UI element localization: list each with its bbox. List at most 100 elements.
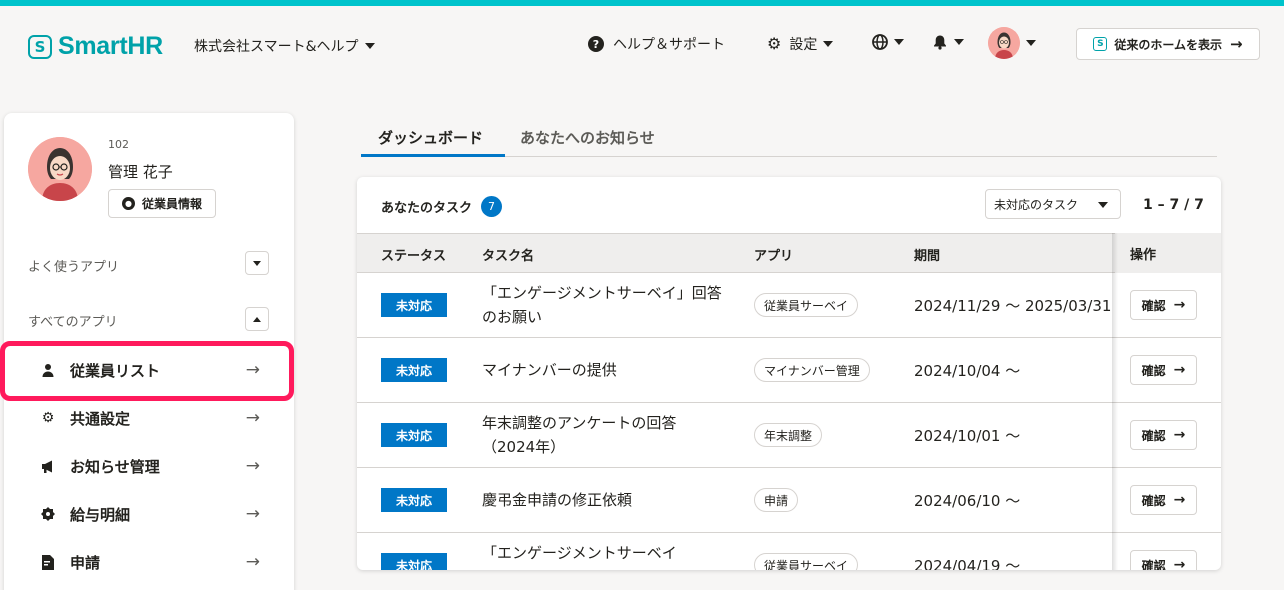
language-menu[interactable]	[872, 34, 904, 50]
arrow-right-icon: →	[1173, 362, 1186, 378]
arrow-right-icon: →	[245, 504, 260, 524]
arrow-right-icon: →	[1173, 557, 1186, 570]
column-action: 操作	[1130, 248, 1157, 263]
confirm-button[interactable]: 確認 →	[1130, 420, 1197, 450]
highlight-frame	[0, 341, 294, 401]
chevron-down-icon	[364, 43, 375, 49]
employee-info-button[interactable]: ● 従業員情報	[108, 189, 216, 218]
app-tag: 従業員サーベイ	[754, 293, 859, 317]
document-icon	[40, 554, 56, 570]
help-icon: ?	[588, 36, 604, 52]
gear-icon: ⚙	[41, 410, 55, 426]
all-apps-title: すべてのアプリ	[28, 315, 118, 330]
sidebar-item-requests[interactable]: 申請 →	[28, 542, 268, 582]
sidebar-item-label: 申請	[70, 553, 101, 572]
header: S SmartHR 株式会社スマート&ヘルプ ? ヘルプ＆サポート ⚙ 設定 S…	[0, 6, 1284, 82]
chevron-down-icon	[253, 260, 261, 266]
task-name-link[interactable]: 慶弔金申請の修正依頼	[482, 488, 732, 512]
brand-mark-icon: S	[1093, 37, 1108, 51]
tab-notices[interactable]: あなたへのお知らせ	[520, 127, 655, 148]
confirm-button[interactable]: 確認 →	[1130, 485, 1197, 515]
task-title-label: あなたのタスク	[381, 201, 473, 216]
task-filter-select[interactable]: 未対応のタスク	[985, 189, 1121, 219]
confirm-label: 確認	[1141, 493, 1166, 508]
column-period: 期間	[914, 249, 941, 264]
sidebar-item-label: 給与明細	[70, 505, 131, 524]
task-period: 2024/04/19 〜	[914, 557, 1021, 570]
sidebar-item-notice-management[interactable]: お知らせ管理 →	[28, 446, 268, 486]
sidebar-item-label: 共通設定	[70, 409, 131, 428]
task-name-link[interactable]: マイナンバーの提供	[482, 358, 732, 382]
task-name-link[interactable]: 「エンゲージメントサーベイ」回答のお願い	[482, 281, 732, 329]
employee-name: 管理 花子	[108, 163, 173, 181]
brand-name: SmartHR	[58, 32, 163, 60]
arrow-right-icon: →	[245, 552, 260, 572]
tab-bar: ダッシュボード あなたへのお知らせ	[361, 120, 1217, 157]
arrow-right-icon: →	[1173, 492, 1186, 508]
task-panel: あなたのタスク 7 未対応のタスク 1 – 7 / 7 ステータス タスク名 ア…	[357, 177, 1221, 570]
task-name-link[interactable]: 「エンゲージメントサーベイ	[482, 541, 732, 565]
status-badge: 未対応	[381, 553, 447, 570]
sidebar-item-label: お知らせ管理	[70, 457, 160, 476]
frequent-apps-toggle[interactable]	[245, 251, 269, 275]
gear-icon: ⚙	[767, 34, 782, 53]
arrow-right-icon: →	[1230, 35, 1243, 53]
settings-label: 設定	[789, 37, 818, 53]
frequent-apps-title: よく使うアプリ	[28, 260, 120, 275]
badge-icon	[40, 506, 56, 522]
table-row: 未対応 「エンゲージメントサーベイ」回答のお願い 従業員サーベイ 2024/11…	[357, 273, 1221, 338]
confirm-button[interactable]: 確認 →	[1130, 355, 1197, 385]
chevron-down-icon	[1098, 202, 1108, 208]
sidebar-item-common-settings[interactable]: ⚙ 共通設定 →	[28, 398, 268, 438]
app-tag: 申請	[754, 488, 799, 512]
settings-menu[interactable]: ⚙ 設定	[767, 34, 834, 54]
avatar	[988, 27, 1020, 59]
tenant-switcher[interactable]: 株式会社スマート&ヘルプ	[194, 36, 375, 56]
action-column-header: 操作	[1115, 233, 1221, 273]
table-row: 未対応 慶弔金申請の修正依頼 申請 2024/06/10 〜 確認 →	[357, 468, 1221, 533]
tenant-name: 株式会社スマート&ヘルプ	[194, 39, 359, 55]
help-support-link[interactable]: ? ヘルプ＆サポート	[588, 34, 725, 54]
app-tag: 年末調整	[754, 423, 823, 447]
employee-number: 102	[108, 138, 129, 151]
confirm-label: 確認	[1141, 558, 1166, 571]
table-row: 未対応 「エンゲージメントサーベイ 従業員サーベイ 2024/04/19 〜 確…	[357, 533, 1221, 570]
status-badge: 未対応	[381, 488, 447, 512]
app-tag: 従業員サーベイ	[754, 553, 859, 570]
avatar	[28, 137, 92, 201]
task-filter-value: 未対応のタスク	[994, 197, 1079, 212]
confirm-button[interactable]: 確認 →	[1130, 550, 1197, 570]
status-badge: 未対応	[381, 423, 447, 447]
legacy-home-label: 従来のホームを表示	[1114, 37, 1223, 52]
active-tab-indicator	[361, 154, 505, 157]
column-app: アプリ	[754, 249, 794, 264]
chevron-down-icon	[954, 39, 964, 45]
all-apps-toggle[interactable]	[245, 307, 269, 331]
employee-info-label: 従業員情報	[141, 197, 202, 211]
brand-mark-icon: S	[28, 34, 52, 59]
chevron-down-icon	[1026, 40, 1036, 46]
task-period: 2024/10/01 〜	[914, 427, 1021, 445]
confirm-button[interactable]: 確認 →	[1130, 290, 1197, 320]
notifications-menu[interactable]	[932, 34, 964, 50]
task-name-link[interactable]: 年末調整のアンケートの回答（2024年）	[482, 411, 722, 459]
help-label: ヘルプ＆サポート	[613, 37, 725, 53]
task-period: 2024/10/04 〜	[914, 362, 1021, 380]
bell-icon	[934, 35, 946, 50]
chevron-down-icon	[894, 39, 904, 45]
person-circle-icon: ●	[121, 197, 135, 210]
megaphone-icon	[40, 458, 56, 474]
tab-dashboard[interactable]: ダッシュボード	[378, 127, 483, 148]
legacy-home-button[interactable]: S 従来のホームを表示 →	[1076, 28, 1260, 60]
task-period: 2024/11/29 〜 2025/03/31	[914, 297, 1112, 315]
pagination-info: 1 – 7 / 7	[1143, 197, 1204, 213]
confirm-label: 確認	[1141, 428, 1166, 443]
app-tag: マイナンバー管理	[754, 358, 870, 382]
status-badge: 未対応	[381, 358, 447, 382]
confirm-label: 確認	[1141, 298, 1166, 313]
brand-logo[interactable]: S SmartHR	[28, 32, 163, 61]
sidebar-item-payslip[interactable]: 給与明細 →	[28, 494, 268, 534]
arrow-right-icon: →	[245, 408, 260, 428]
user-menu[interactable]	[988, 27, 1036, 59]
column-status: ステータス	[381, 249, 447, 264]
